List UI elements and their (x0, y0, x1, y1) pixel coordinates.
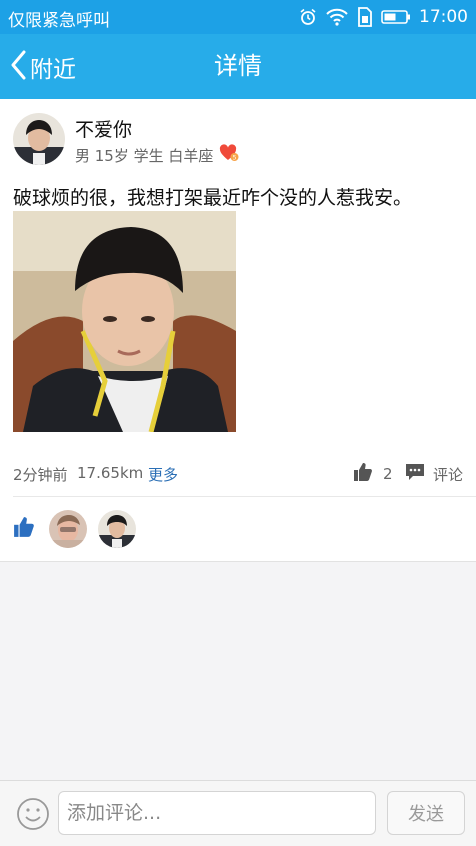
back-label: 附近 (30, 56, 76, 83)
likers-row (13, 509, 136, 549)
post-card: 不爱你 男 15岁 学生 白羊座 5 破球烦的很，我想打架最近咋个没的人惹我安。… (0, 99, 476, 562)
back-button[interactable]: 附近 (10, 34, 76, 99)
post-distance: 17.65km (77, 464, 144, 482)
avatar[interactable] (13, 113, 65, 165)
chevron-left-icon (10, 50, 26, 84)
thumbs-up-icon (353, 462, 373, 486)
liker-avatar[interactable] (98, 510, 136, 548)
battery-icon (381, 9, 411, 25)
status-icons: 17:00 (299, 5, 468, 29)
more-link[interactable]: 更多 (148, 464, 178, 485)
carrier-text: 仅限紧急呼叫 (8, 11, 110, 31)
liked-thumbs-icon (13, 516, 35, 542)
divider (13, 496, 476, 497)
wifi-icon (325, 8, 349, 26)
nav-bar: 附近 详情 (0, 34, 476, 99)
comment-button[interactable]: 评论 (405, 462, 463, 486)
emoji-icon[interactable] (16, 797, 50, 835)
comment-label: 评论 (433, 465, 464, 484)
alarm-icon (299, 8, 317, 26)
status-bar: 仅限紧急呼叫 17:00 (0, 0, 476, 34)
post-time: 2分钟前 (13, 466, 68, 484)
comment-bubble-icon (405, 462, 425, 486)
liker-avatar[interactable] (49, 510, 87, 548)
post-footer: 2分钟前 17.65km 更多 2 评论 (13, 462, 463, 484)
svg-text:5: 5 (233, 155, 237, 162)
post-text: 破球烦的很，我想打架最近咋个没的人惹我安。 (13, 187, 413, 209)
comment-input[interactable] (58, 791, 376, 835)
comment-composer: 发送 (0, 780, 476, 846)
clock-time: 17:00 (419, 7, 468, 27)
send-button[interactable]: 发送 (387, 791, 465, 835)
like-button[interactable]: 2 (353, 462, 393, 486)
heart-badge-icon: 5 (219, 144, 239, 166)
user-meta: 男 15岁 学生 白羊座 5 (75, 144, 239, 166)
post-photo[interactable] (13, 211, 236, 432)
user-meta-text: 男 15岁 学生 白羊座 (75, 146, 214, 165)
username[interactable]: 不爱你 (75, 115, 132, 142)
like-count: 2 (383, 465, 393, 483)
sim-icon (357, 7, 373, 27)
